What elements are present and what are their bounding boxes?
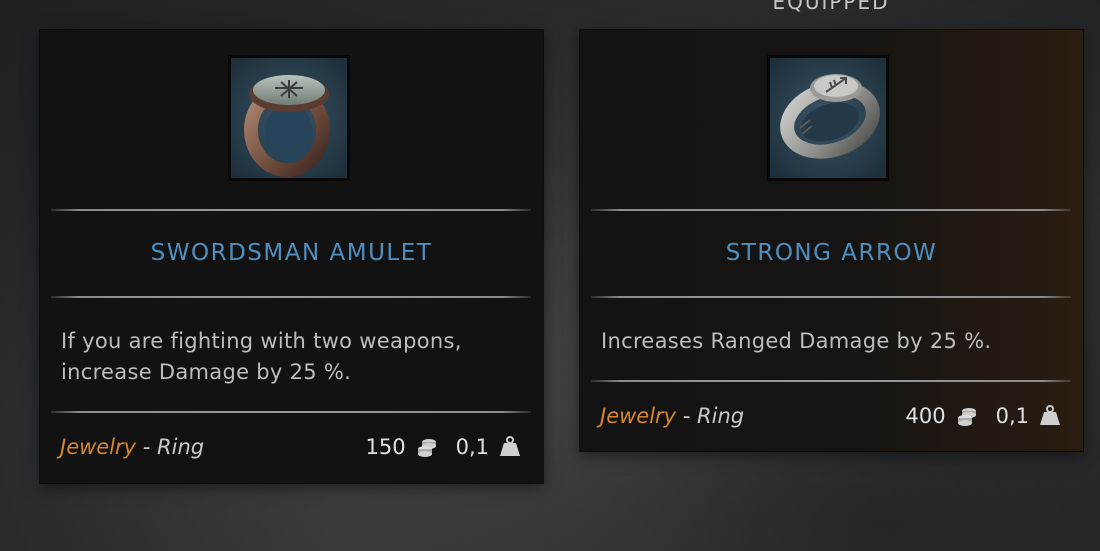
divider [591, 296, 1071, 298]
type-separator: - [136, 435, 158, 459]
coins-icon [956, 405, 978, 427]
item-subtype: Ring [157, 435, 205, 459]
item-icon-frame [767, 55, 889, 181]
weight-icon [1039, 405, 1061, 427]
description-line: increase Damage by 25 %. [61, 360, 352, 384]
item-price: 400 [905, 404, 946, 428]
item-stats: 400 0,1 [906, 404, 1062, 428]
divider [51, 296, 531, 298]
item-category: Jewelry [60, 435, 137, 459]
item-title: SWORDSMAN AMULET [150, 240, 433, 266]
divider [51, 411, 531, 413]
item-card-swordsman-amulet[interactable]: SWORDSMAN AMULET If you are fighting wit… [40, 30, 543, 483]
item-stats: 150 0,1 [366, 435, 522, 459]
item-description: Increases Ranged Damage by 25 %. [601, 326, 1061, 357]
description-line: If you are fighting with two weapons, [61, 329, 462, 353]
item-price: 150 [365, 435, 406, 459]
equipped-label: EQUIPPED [772, 0, 890, 14]
coins-icon [416, 436, 438, 458]
item-type: Jewelry - Ring [60, 435, 204, 459]
item-subtype: Ring [697, 404, 745, 428]
item-weight: 0,1 [455, 435, 489, 459]
item-icon-frame [228, 55, 350, 181]
item-type: Jewelry - Ring [600, 404, 744, 428]
weight-icon [499, 436, 521, 458]
item-card-strong-arrow[interactable]: STRONG ARROW Increases Ranged Damage by … [580, 30, 1083, 451]
signet-ring-icon [231, 58, 347, 178]
item-weight: 0,1 [995, 404, 1029, 428]
item-title: STRONG ARROW [725, 240, 938, 266]
type-separator: - [676, 404, 698, 428]
arrow-ring-icon [770, 58, 886, 178]
divider [591, 209, 1071, 211]
item-category: Jewelry [600, 404, 677, 428]
description-line: Increases Ranged Damage by 25 %. [601, 329, 992, 353]
divider [51, 209, 531, 211]
item-description: If you are fighting with two weapons, in… [61, 326, 521, 388]
divider [591, 380, 1071, 382]
